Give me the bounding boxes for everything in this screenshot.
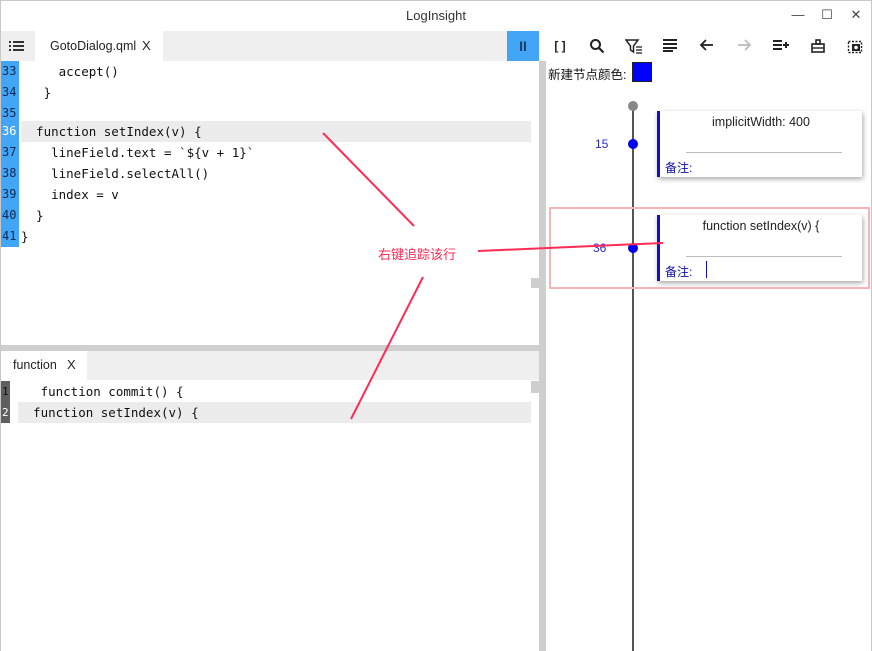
editor-scrollbar[interactable] [531, 61, 539, 345]
close-window-button[interactable]: ✕ [841, 5, 871, 27]
tab-gotodialog[interactable]: GotoDialog.qml X [35, 31, 163, 61]
search-result-row-selected[interactable]: function setIndex(v) { [18, 402, 531, 423]
line-number: 33 [2, 64, 17, 78]
scrollbar-thumb[interactable] [531, 381, 539, 393]
tab-close-button[interactable]: X [142, 38, 151, 53]
search-tab-close-button[interactable]: X [67, 357, 76, 372]
line-number: 41 [2, 229, 17, 243]
node-code-text: implicitWidth: 400 [712, 115, 810, 129]
list-menu-icon[interactable] [7, 37, 27, 55]
toolbar: [ ] [539, 31, 871, 61]
bracket-button[interactable]: [ ] [547, 36, 573, 56]
scrollbar-thumb[interactable] [531, 278, 539, 288]
search-tab-label: function [13, 358, 57, 372]
search-tab-bar: function X [1, 351, 539, 380]
node-divider [686, 152, 842, 153]
minimize-button[interactable]: — [783, 5, 813, 27]
results-scrollbar[interactable] [531, 381, 539, 651]
code-line[interactable]: lineField.text = `${v + 1}` [21, 142, 531, 163]
line-number: 38 [2, 166, 17, 180]
search-result-row[interactable]: function commit() { [18, 381, 531, 402]
editor-tab-bar: GotoDialog.qml X II [1, 31, 539, 61]
maximize-button[interactable]: ☐ [812, 5, 842, 27]
node-note-label: 备注: [665, 161, 693, 175]
line-number: 34 [2, 85, 17, 99]
result-number: 1 [2, 385, 9, 398]
node-line-number: 15 [595, 137, 609, 151]
plugin-icon[interactable] [805, 36, 831, 56]
code-editor[interactable]: accept() 33 } 34 35 function setIndex(v)… [1, 61, 531, 345]
window-title: LogInsight [406, 8, 466, 23]
filter-icon[interactable] [621, 36, 647, 56]
code-line[interactable]: lineField.selectAll() [21, 163, 531, 184]
search-icon[interactable] [584, 36, 610, 56]
node-color-picker[interactable] [632, 62, 652, 82]
back-arrow-icon[interactable] [694, 36, 720, 56]
code-line[interactable]: accept() [21, 61, 531, 82]
trace-panel: 新建节点颜色: 15 implicitWidth: 400 备注: 36 fun… [546, 61, 871, 651]
vertical-splitter[interactable] [539, 61, 546, 651]
trace-node-card[interactable]: implicitWidth: 400 备注: [657, 111, 862, 177]
align-icon[interactable] [657, 36, 683, 56]
result-number: 2 [2, 406, 9, 419]
timeline-start-dot [628, 101, 638, 111]
new-node-color-label: 新建节点颜色: [548, 68, 627, 82]
title-bar: LogInsight — ☐ ✕ [1, 1, 871, 31]
current-code-line[interactable]: function setIndex(v) { [21, 121, 531, 142]
annotation-label: 右键追踪该行 [378, 247, 457, 262]
add-list-icon[interactable] [768, 36, 794, 56]
screenshot-icon[interactable] [842, 36, 868, 56]
line-number: 37 [2, 145, 17, 159]
tab-label: GotoDialog.qml [50, 39, 137, 53]
pause-button[interactable]: II [507, 31, 539, 61]
code-line[interactable]: } [21, 205, 531, 226]
line-number: 40 [2, 208, 17, 222]
code-line[interactable]: index = v [21, 184, 531, 205]
tab-search-function[interactable]: function X [1, 351, 87, 380]
forward-arrow-icon[interactable] [731, 36, 757, 56]
timeline-line [632, 107, 634, 651]
timeline-node-dot[interactable] [628, 139, 638, 149]
line-number: 39 [2, 187, 17, 201]
line-number-current: 36 [2, 124, 17, 138]
new-node-highlight [549, 207, 870, 289]
code-line[interactable]: } [21, 82, 531, 103]
app-window: LogInsight — ☐ ✕ GotoDialog.qml X II [ ] [0, 0, 872, 651]
search-results-list[interactable]: function commit() { 1 function setIndex(… [1, 381, 531, 651]
